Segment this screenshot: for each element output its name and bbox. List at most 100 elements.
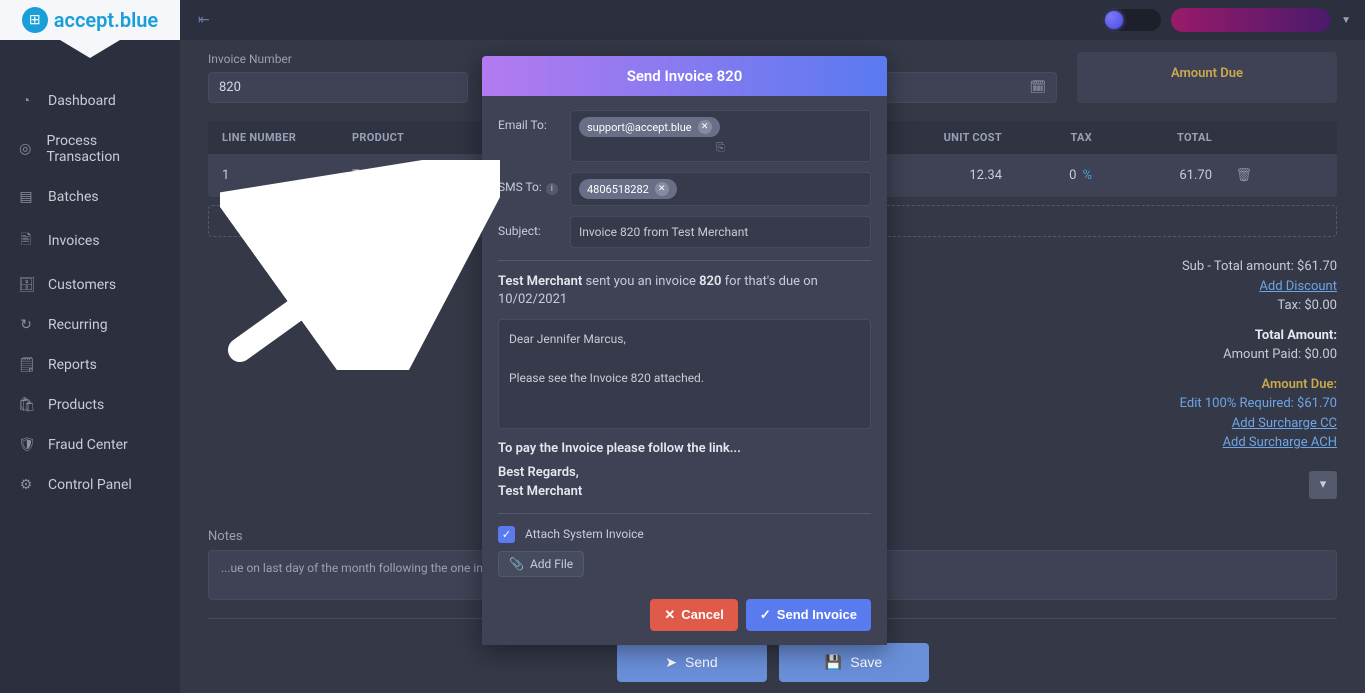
subject-field[interactable]: Invoice 820 from Test Merchant xyxy=(570,216,871,248)
cell-tax: 0% xyxy=(1002,168,1092,183)
save-icon: 💾 xyxy=(825,654,842,671)
add-surcharge-cc-link[interactable]: Add Surcharge CC xyxy=(1232,416,1337,431)
cell-total: 61.70 xyxy=(1092,168,1212,183)
sidebar-item-batches[interactable]: ▤Batches xyxy=(0,177,180,217)
sidebar-item-label: Customers xyxy=(48,277,116,293)
sidebar-item-dashboard[interactable]: ◔ Dashboard xyxy=(0,80,180,121)
modal-heading: Test Merchant sent you an invoice 820 fo… xyxy=(498,273,871,309)
sidebar-item-label: Dashboard xyxy=(48,93,116,109)
info-icon[interactable]: i xyxy=(546,183,558,195)
sidebar-item-fraud[interactable]: 🛡 Fraud Center xyxy=(0,425,180,465)
cancel-button[interactable]: ✕ Cancel xyxy=(650,599,738,631)
subject-label: Subject: xyxy=(498,216,560,238)
gear-icon: ⚙ xyxy=(18,477,34,493)
send-label: Send xyxy=(685,654,718,670)
sidebar-item-label: Recurring xyxy=(48,317,108,333)
clipboard-icon: 🗒 xyxy=(18,357,34,373)
message-body-textarea[interactable]: Dear Jennifer Marcus, Please see the Inv… xyxy=(498,319,871,429)
sidebar-item-label: Invoices xyxy=(48,233,100,249)
col-tax: TAX xyxy=(1002,131,1092,144)
sidebar-item-process[interactable]: ◎ Process Transaction xyxy=(0,121,180,177)
briefcase-icon: 🗄 xyxy=(18,277,34,293)
col-unitcost: UNIT COST xyxy=(872,131,1002,144)
cart-icon: 🛍 xyxy=(18,397,34,413)
sidebar-item-invoices[interactable]: 🖹 Invoices xyxy=(0,217,180,265)
theme-toggle[interactable] xyxy=(1103,9,1161,31)
close-icon: ✕ xyxy=(664,607,675,623)
target-icon: ◎ xyxy=(18,141,33,157)
cell-unitcost: 12.34 xyxy=(872,168,1002,183)
send-button[interactable]: ➤ Send xyxy=(617,643,767,682)
sms-chip: 4806518282 ✕ xyxy=(579,179,677,199)
logo-block[interactable]: ⊞ accept.blue xyxy=(0,0,180,40)
col-total: TOTAL xyxy=(1092,131,1212,144)
modal-title: Send Invoice 820 xyxy=(482,56,887,96)
save-label: Save xyxy=(850,654,882,670)
subject-value: Invoice 820 from Test Merchant xyxy=(579,225,748,239)
invoice-number-value: 820 xyxy=(219,80,241,95)
amount-due-label: Amount Due xyxy=(1171,66,1243,81)
invoice-number-input[interactable]: 820 xyxy=(208,72,468,103)
top-right: ▼ xyxy=(1103,8,1365,32)
cancel-label: Cancel xyxy=(681,607,724,622)
sidebar-item-label: Fraud Center xyxy=(48,437,128,453)
sidebar-item-products[interactable]: 🛍 Products xyxy=(0,385,180,425)
save-button[interactable]: 💾 Save xyxy=(779,643,929,682)
check-icon: ✓ xyxy=(760,607,771,623)
modal-divider xyxy=(498,513,871,514)
refresh-icon: ↻ xyxy=(18,317,34,333)
delete-row-button[interactable]: 🗑 xyxy=(1212,168,1252,183)
sidebar-item-label: Products xyxy=(48,397,104,413)
sidebar-item-label: Control Panel xyxy=(48,477,132,493)
edit-required-link[interactable]: Edit 100% Required: $61.70 xyxy=(1180,396,1337,411)
remove-chip-icon[interactable]: ✕ xyxy=(698,120,712,134)
email-to-field[interactable]: support@accept.blue ✕ ⎘ xyxy=(570,110,871,162)
user-menu[interactable] xyxy=(1171,8,1331,32)
sidebar-item-control[interactable]: ⚙ Control Panel xyxy=(0,465,180,505)
top-bar: ⊞ accept.blue ⇤ ▼ xyxy=(0,0,1365,40)
attach-checkbox-row[interactable]: ✓ Attach System Invoice xyxy=(498,526,871,543)
add-file-label: Add File xyxy=(530,557,573,571)
paperclip-icon: 📎 xyxy=(509,557,524,571)
col-line: LINE NUMBER xyxy=(222,131,352,144)
sidebar-item-label: Batches xyxy=(48,189,99,205)
logo-icon: ⊞ xyxy=(22,7,48,33)
add-surcharge-ach-link[interactable]: Add Surcharge ACH xyxy=(1223,435,1337,450)
amount-due-badge: Amount Due xyxy=(1077,52,1337,103)
checkbox-checked-icon[interactable]: ✓ xyxy=(498,526,515,543)
cell-line: 1 xyxy=(222,168,352,183)
sidebar-item-reports[interactable]: 🗒 Reports xyxy=(0,345,180,385)
dropdown-button[interactable]: ▾ xyxy=(1309,471,1337,499)
email-chip-text: support@accept.blue xyxy=(587,121,692,134)
add-discount-link[interactable]: Add Discount xyxy=(1259,279,1337,294)
send-invoice-button[interactable]: ✓ Send Invoice xyxy=(746,599,871,631)
send-invoice-label: Send Invoice xyxy=(777,607,857,622)
attach-label: Attach System Invoice xyxy=(525,527,644,541)
sms-to-field[interactable]: 4806518282 ✕ xyxy=(570,172,871,206)
add-file-button[interactable]: 📎 Add File xyxy=(498,551,584,577)
sidebar-item-customers[interactable]: 🗄 Customers xyxy=(0,265,180,305)
sms-to-label: SMS To:i xyxy=(498,172,560,195)
email-to-label: Email To: xyxy=(498,110,560,132)
gauge-icon: ◔ xyxy=(18,92,34,109)
theme-toggle-knob xyxy=(1105,11,1123,29)
sidebar: ◔ Dashboard ◎ Process Transaction ▤Batches… xyxy=(0,40,180,693)
send-icon: ➤ xyxy=(665,654,677,671)
collapse-sidebar-icon[interactable]: ⇤ xyxy=(198,12,210,28)
pay-link-text: To pay the Invoice please follow the lin… xyxy=(498,441,871,456)
shield-icon: 🛡 xyxy=(18,437,34,453)
chevron-down-icon[interactable]: ▼ xyxy=(1341,15,1351,26)
chevron-down-icon: ▾ xyxy=(1320,477,1327,492)
copy-icon[interactable]: ⎘ xyxy=(716,141,725,155)
sidebar-item-recurring[interactable]: ↻ Recurring xyxy=(0,305,180,345)
modal-divider xyxy=(498,260,871,261)
signature: Best Regards, Test Merchant xyxy=(498,464,871,500)
file-icon: 🖹 xyxy=(18,229,34,253)
sidebar-item-label: Reports xyxy=(48,357,97,373)
percent-icon[interactable]: % xyxy=(1082,168,1092,183)
sidebar-item-label: Process Transaction xyxy=(47,133,162,165)
invoice-number-label: Invoice Number xyxy=(208,52,468,66)
sms-chip-text: 4806518282 xyxy=(587,183,649,196)
calendar-icon: 🗓 xyxy=(1029,80,1046,95)
remove-chip-icon[interactable]: ✕ xyxy=(655,182,669,196)
